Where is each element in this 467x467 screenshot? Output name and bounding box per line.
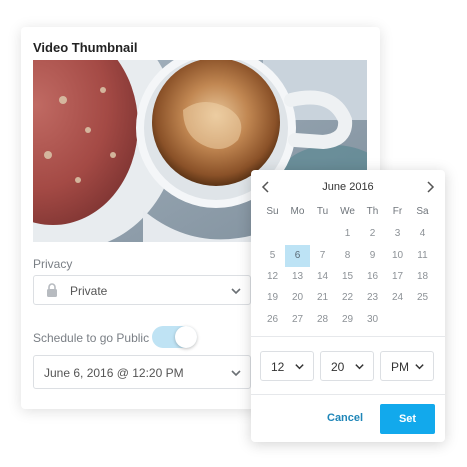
calendar-day[interactable]: 14 (310, 268, 335, 286)
hour-select[interactable]: 12 (260, 351, 314, 381)
calendar-day[interactable]: 21 (310, 289, 335, 307)
calendar-day[interactable]: 10 (385, 247, 410, 265)
calendar-day-selected[interactable]: 6 (285, 245, 310, 267)
chevron-down-icon (231, 370, 241, 377)
divider (251, 394, 445, 395)
weekday-header: Sa (416, 206, 429, 217)
divider (251, 336, 445, 337)
schedule-label: Schedule to go Public (33, 331, 150, 345)
calendar-day[interactable]: 4 (410, 225, 435, 243)
calendar-day[interactable]: 17 (385, 268, 410, 286)
calendar-day[interactable]: 12 (260, 268, 285, 286)
cancel-button[interactable]: Cancel (327, 412, 363, 424)
ampm-select[interactable]: PM (380, 351, 434, 381)
date-picker-popup: June 2016 Su Mo Tu We Th Fr Sa 1 2 3 4 5 6 7 8 9 10 11 12 1… (251, 170, 445, 442)
weekday-header: We (340, 206, 355, 217)
chevron-right-icon[interactable] (423, 180, 437, 194)
calendar-day[interactable]: 25 (410, 289, 435, 307)
month-title: June 2016 (322, 181, 374, 193)
minute-value: 20 (331, 360, 345, 374)
weekday-header: Tu (316, 206, 329, 217)
calendar-day[interactable]: 8 (335, 247, 360, 265)
privacy-label: Privacy (33, 257, 73, 271)
calendar-day[interactable]: 22 (335, 289, 360, 307)
weekday-header: Mo (290, 206, 305, 217)
weekday-header: Su (266, 206, 279, 217)
ampm-value: PM (391, 360, 409, 374)
calendar-day[interactable]: 30 (360, 311, 385, 329)
weekday-header: Fr (392, 206, 403, 217)
calendar-day[interactable]: 9 (360, 247, 385, 265)
calendar-day[interactable]: 29 (335, 311, 360, 329)
calendar-day[interactable]: 20 (285, 289, 310, 307)
set-button[interactable]: Set (380, 404, 435, 434)
calendar-day[interactable]: 3 (385, 225, 410, 243)
calendar-day[interactable]: 16 (360, 268, 385, 286)
privacy-value: Private (70, 284, 108, 298)
calendar-day[interactable]: 19 (260, 289, 285, 307)
calendar-day[interactable]: 18 (410, 268, 435, 286)
lock-icon (47, 283, 57, 297)
calendar-day[interactable]: 26 (260, 311, 285, 329)
hour-value: 12 (271, 360, 285, 374)
calendar-day[interactable]: 15 (335, 268, 360, 286)
calendar-day[interactable]: 2 (360, 225, 385, 243)
toggle-knob (175, 326, 197, 348)
chevron-down-icon (355, 364, 364, 370)
weekday-header: Th (366, 206, 379, 217)
card-title: Video Thumbnail (33, 40, 138, 55)
schedule-toggle[interactable] (152, 326, 197, 348)
calendar-day[interactable]: 23 (360, 289, 385, 307)
datetime-select[interactable]: June 6, 2016 @ 12:20 PM (33, 355, 251, 389)
calendar-day[interactable]: 11 (410, 247, 435, 265)
calendar-day[interactable]: 28 (310, 311, 335, 329)
calendar-day[interactable]: 5 (260, 247, 285, 265)
calendar-day[interactable]: 27 (285, 311, 310, 329)
datetime-value: June 6, 2016 @ 12:20 PM (44, 366, 184, 380)
calendar-day[interactable]: 13 (285, 268, 310, 286)
chevron-down-icon (231, 288, 241, 295)
calendar-day[interactable]: 1 (335, 225, 360, 243)
calendar-day[interactable]: 7 (310, 247, 335, 265)
chevron-down-icon (415, 364, 424, 370)
calendar-day[interactable]: 24 (385, 289, 410, 307)
minute-select[interactable]: 20 (320, 351, 374, 381)
privacy-select[interactable]: Private (33, 275, 251, 305)
chevron-down-icon (295, 364, 304, 370)
